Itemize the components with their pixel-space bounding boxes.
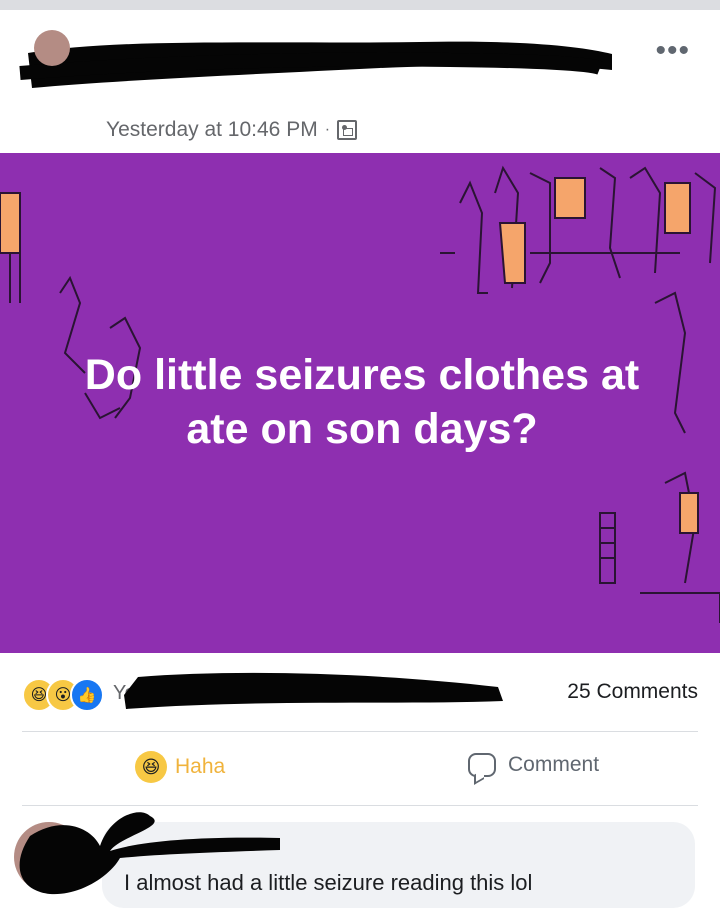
comment-icon [468, 753, 496, 777]
redaction-scribble [19, 30, 612, 88]
post-actions: 😆 Haha Comment [0, 733, 720, 805]
ellipsis-icon[interactable]: ••• [655, 36, 690, 66]
redaction-scribble [124, 672, 503, 709]
like-icon[interactable]: 👍 [70, 678, 104, 712]
comment-text: I almost had a little seizure reading th… [124, 870, 533, 895]
post-background-banner[interactable]: Do little seizures clothes at ate on son… [0, 153, 720, 653]
comment-button[interactable]: Comment [468, 753, 599, 777]
top-gap [0, 0, 720, 10]
comment-label: Comment [508, 753, 600, 776]
comment-item: I almost had a little seizure reading th… [0, 806, 720, 914]
post-timestamp: Yesterday at 10:46 PM · [106, 118, 358, 142]
haha-label: Haha [175, 755, 226, 778]
comment-count[interactable]: 25 Comments [567, 680, 698, 704]
divider [22, 731, 698, 732]
haha-icon: 😆 [135, 751, 167, 783]
timestamp-text[interactable]: Yesterday at 10:46 PM [106, 118, 318, 142]
friends-audience-icon[interactable] [337, 120, 358, 140]
banner-text: Do little seizures clothes at ate on son… [84, 351, 640, 453]
redaction-scribble [19, 812, 280, 895]
post-header: ••• Yesterday at 10:46 PM · [0, 10, 720, 153]
haha-button[interactable]: 😆 Haha [135, 751, 225, 783]
separator-dot: · [324, 121, 331, 138]
reactions-summary-row: 😆 😮 👍 Yo 25 Comments [0, 655, 720, 731]
